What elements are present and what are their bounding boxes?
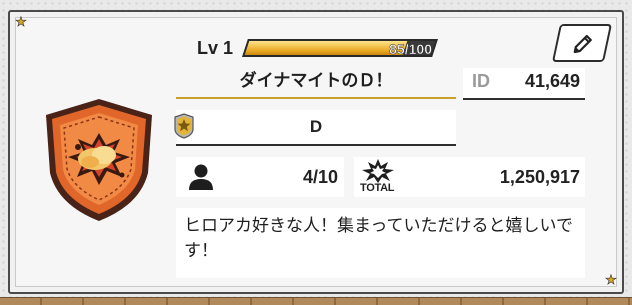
person-icon bbox=[189, 164, 213, 190]
exp-text: 85/100 bbox=[389, 41, 432, 58]
members-count: 4/10 bbox=[302, 167, 338, 187]
profile-comment: ヒロアカ好きな人！集まっていただけると嬉しいです！ bbox=[184, 216, 573, 261]
player-name: ダイナマイトのＤ！ bbox=[239, 71, 393, 91]
edit-profile-button[interactable] bbox=[551, 24, 613, 62]
guild-badge-icon bbox=[174, 113, 194, 139]
footer-strip bbox=[0, 297, 632, 305]
explosion-shield-emblem-icon bbox=[46, 99, 152, 221]
corner-star-icon: ★ bbox=[605, 273, 617, 288]
pencil-icon bbox=[573, 34, 592, 54]
total-value: 1,250,917 bbox=[499, 167, 580, 187]
id-underline bbox=[463, 98, 585, 100]
total-label: TOTAL bbox=[360, 182, 395, 194]
guild-underline bbox=[176, 144, 456, 146]
id-label: ID bbox=[472, 71, 490, 91]
corner-star-icon: ★ bbox=[15, 15, 27, 30]
name-underline bbox=[176, 97, 456, 99]
burst-icon bbox=[362, 159, 394, 183]
id-value: 41,649 bbox=[524, 71, 580, 91]
level-label: Lv 1 bbox=[197, 38, 234, 58]
guild-name: D bbox=[309, 117, 323, 136]
